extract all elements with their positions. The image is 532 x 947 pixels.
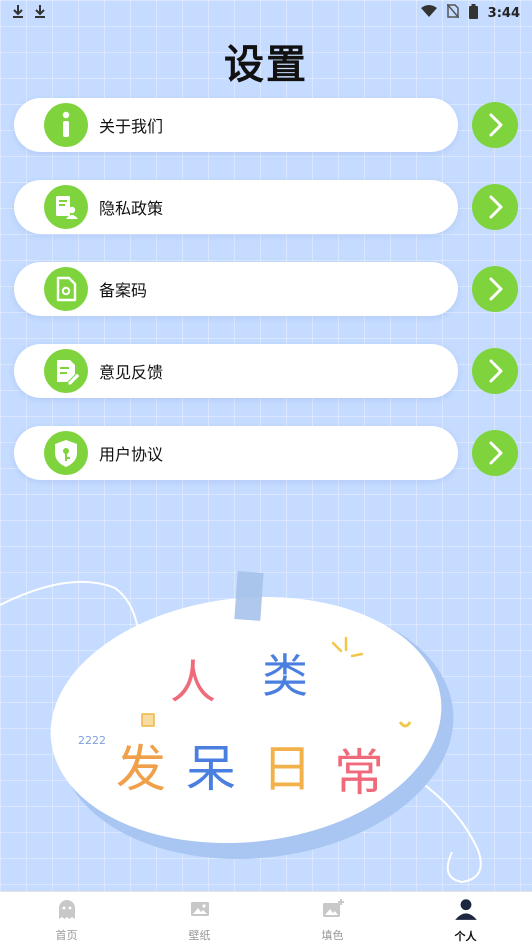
- download-icon: [34, 4, 46, 22]
- menu-pill[interactable]: 关于我们: [14, 98, 458, 152]
- menu-item-feedback[interactable]: 意见反馈: [14, 344, 518, 398]
- menu-pill[interactable]: 隐私政策: [14, 180, 458, 234]
- tab-coloring[interactable]: 填色: [266, 892, 399, 947]
- image-plus-icon: [321, 897, 345, 925]
- menu-item-privacy[interactable]: 隐私政策: [14, 180, 518, 234]
- tab-label: 填色: [321, 928, 344, 942]
- illustration-char: 呆: [186, 740, 236, 798]
- status-bar: 3:44: [0, 0, 532, 26]
- battery-icon: [468, 3, 478, 23]
- info-icon: [44, 103, 88, 147]
- illustration-doodle: 2222: [78, 734, 106, 747]
- menu-pill[interactable]: 用户协议: [14, 426, 458, 480]
- chevron-right-button[interactable]: [472, 266, 518, 312]
- edit-note-icon: [44, 349, 88, 393]
- illustration-char: 类: [262, 649, 308, 703]
- no-sim-icon: [446, 3, 460, 22]
- illustration-char: 人: [170, 655, 216, 709]
- image-icon: [188, 897, 212, 925]
- menu-item-about[interactable]: 关于我们: [14, 98, 518, 152]
- menu-item-label: 备案码: [99, 281, 148, 300]
- file-icon: [44, 267, 88, 311]
- status-time: 3:44: [487, 5, 520, 21]
- illustration-char: 发: [116, 740, 166, 798]
- download-icon: [12, 4, 24, 22]
- tab-profile[interactable]: 个人: [399, 892, 532, 947]
- menu-pill[interactable]: 意见反馈: [14, 344, 458, 398]
- status-left: [12, 4, 46, 22]
- tab-wallpaper[interactable]: 壁纸: [133, 892, 266, 947]
- person-icon: [453, 896, 479, 926]
- chevron-right-button[interactable]: [472, 102, 518, 148]
- menu-item-label: 关于我们: [99, 117, 164, 136]
- menu-item-label: 隐私政策: [99, 199, 164, 218]
- decorative-illustration: 人 类 发 呆 日 常 2222: [0, 560, 532, 890]
- menu-item-agreement[interactable]: 用户协议: [14, 426, 518, 480]
- chevron-right-button[interactable]: [472, 348, 518, 394]
- illustration-char: 常: [334, 744, 384, 802]
- tab-label: 个人: [454, 929, 477, 943]
- menu-item-label: 意见反馈: [99, 363, 164, 382]
- chevron-right-button[interactable]: [472, 430, 518, 476]
- status-right: 3:44: [420, 3, 520, 23]
- menu-item-label: 用户协议: [99, 445, 164, 464]
- shield-key-icon: [44, 431, 88, 475]
- tab-label: 首页: [55, 928, 78, 942]
- document-person-icon: [44, 185, 88, 229]
- tab-label: 壁纸: [188, 928, 211, 942]
- illustration-art: 人 类 发 呆 日 常 2222: [0, 571, 482, 884]
- menu-item-icp[interactable]: 备案码: [14, 262, 518, 316]
- illustration-char: 日: [262, 740, 312, 798]
- wifi-icon: [420, 4, 437, 22]
- menu-pill[interactable]: 备案码: [14, 262, 458, 316]
- bottom-tab-bar: 首页 壁纸 填色 个人: [0, 891, 532, 947]
- ghost-icon: [55, 897, 79, 925]
- tab-home[interactable]: 首页: [0, 892, 133, 947]
- page-title: 设置: [224, 42, 308, 88]
- chevron-right-button[interactable]: [472, 184, 518, 230]
